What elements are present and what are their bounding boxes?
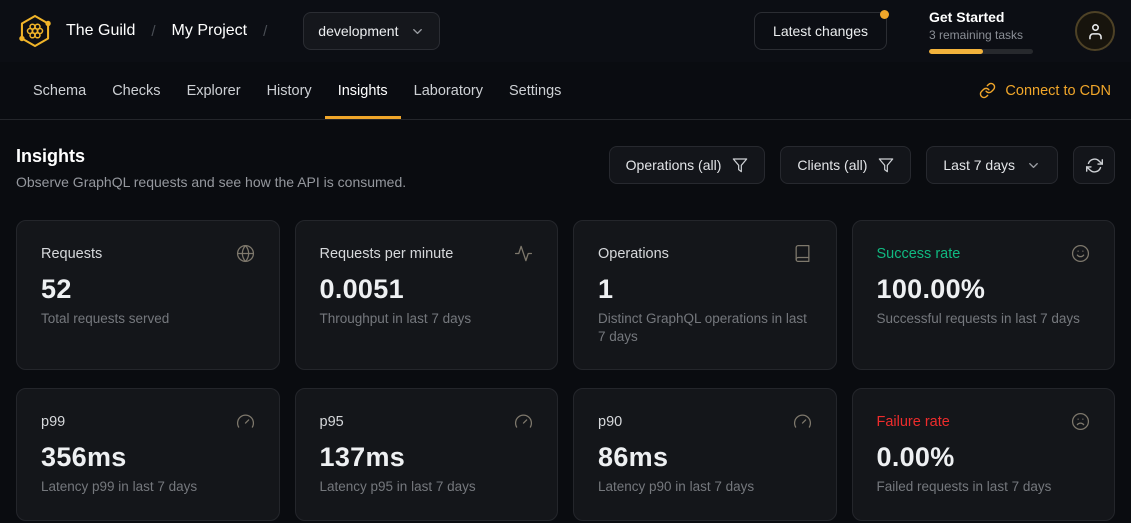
page-title: Insights <box>16 146 406 167</box>
insights-page: Insights Observe GraphQL requests and se… <box>0 120 1131 521</box>
nav-tabs: Schema Checks Explorer History Insights … <box>20 62 574 119</box>
page-title-block: Insights Observe GraphQL requests and se… <box>16 146 406 190</box>
notification-dot <box>880 10 889 19</box>
latest-changes-button[interactable]: Latest changes <box>754 12 887 50</box>
stat-card-p95: p95 137ms Latency p95 in last 7 days <box>295 388 559 520</box>
frown-icon <box>1071 412 1090 431</box>
book-icon <box>793 244 812 263</box>
stat-card-p90: p90 86ms Latency p90 in last 7 days <box>573 388 837 520</box>
stat-title: Success rate <box>877 246 961 262</box>
gauge-icon <box>793 412 812 431</box>
stat-description: Latency p90 in last 7 days <box>598 478 812 496</box>
breadcrumb-org[interactable]: The Guild <box>66 22 135 40</box>
page-subtitle: Observe GraphQL requests and see how the… <box>16 174 406 190</box>
connect-to-cdn-link[interactable]: Connect to CDN <box>979 62 1111 119</box>
activity-icon <box>514 244 533 263</box>
target-nav: Schema Checks Explorer History Insights … <box>0 62 1131 120</box>
get-started-progress-fill <box>929 49 983 54</box>
latest-changes-label: Latest changes <box>773 23 868 39</box>
stat-title: p90 <box>598 414 622 430</box>
clients-filter-button[interactable]: Clients (all) <box>780 146 911 184</box>
user-avatar[interactable] <box>1075 11 1115 51</box>
operations-filter-label: Operations (all) <box>626 157 722 173</box>
chevron-down-icon <box>410 24 425 39</box>
stat-value: 0.00% <box>877 442 1091 473</box>
period-select[interactable]: Last 7 days <box>926 146 1058 184</box>
stat-card-operations: Operations 1 Distinct GraphQL operations… <box>573 220 837 370</box>
tab-checks[interactable]: Checks <box>99 62 173 119</box>
stat-title: p99 <box>41 414 65 430</box>
stat-title: Failure rate <box>877 414 950 430</box>
breadcrumb-separator: / <box>263 23 267 40</box>
stat-card-success-rate: Success rate 100.00% Successful requests… <box>852 220 1116 370</box>
smile-icon <box>1071 244 1090 263</box>
chevron-down-icon <box>1026 158 1041 173</box>
breadcrumb-separator: / <box>151 23 155 40</box>
stat-title: Requests per minute <box>320 246 454 262</box>
filter-funnel-icon <box>878 157 894 173</box>
globe-icon <box>236 244 255 263</box>
tab-history[interactable]: History <box>254 62 325 119</box>
tab-insights[interactable]: Insights <box>325 62 401 119</box>
target-select[interactable]: development <box>303 12 440 50</box>
page-head: Insights Observe GraphQL requests and se… <box>16 146 1115 190</box>
stat-title: Requests <box>41 246 102 262</box>
filter-funnel-icon <box>732 157 748 173</box>
tab-settings[interactable]: Settings <box>496 62 574 119</box>
breadcrumb-project[interactable]: My Project <box>172 22 248 40</box>
operations-filter-button[interactable]: Operations (all) <box>609 146 766 184</box>
stat-card-failure-rate: Failure rate 0.00% Failed requests in la… <box>852 388 1116 520</box>
stat-title: p95 <box>320 414 344 430</box>
stat-card-requests: Requests 52 Total requests served <box>16 220 280 370</box>
stat-value: 86ms <box>598 442 812 473</box>
target-select-value: development <box>318 23 398 39</box>
filters-bar: Operations (all) Clients (all) Last 7 da… <box>609 146 1115 184</box>
link-icon <box>979 82 996 99</box>
get-started-progressbar <box>929 49 1033 54</box>
stat-description: Latency p99 in last 7 days <box>41 478 255 496</box>
stat-description: Total requests served <box>41 310 255 328</box>
stat-card-requests-per-minute: Requests per minute 0.0051 Throughput in… <box>295 220 559 370</box>
user-icon <box>1086 22 1105 41</box>
refresh-button[interactable] <box>1073 146 1115 184</box>
stat-description: Failed requests in last 7 days <box>877 478 1091 496</box>
top-header: The Guild / My Project / development Lat… <box>0 0 1131 62</box>
stat-card-p99: p99 356ms Latency p99 in last 7 days <box>16 388 280 520</box>
connect-to-cdn-label: Connect to CDN <box>1005 83 1111 99</box>
header-right: Latest changes Get Started 3 remaining t… <box>754 9 1115 54</box>
stat-value: 1 <box>598 274 812 305</box>
stat-value: 137ms <box>320 442 534 473</box>
stat-value: 100.00% <box>877 274 1091 305</box>
gauge-icon <box>236 412 255 431</box>
tab-explorer[interactable]: Explorer <box>174 62 254 119</box>
stat-title: Operations <box>598 246 669 262</box>
period-select-value: Last 7 days <box>943 157 1015 173</box>
stat-description: Successful requests in last 7 days <box>877 310 1091 328</box>
get-started-remaining: 3 remaining tasks <box>929 28 1033 42</box>
stats-grid: Requests 52 Total requests served Reques… <box>16 220 1115 521</box>
get-started-title: Get Started <box>929 9 1033 25</box>
stat-value: 0.0051 <box>320 274 534 305</box>
clients-filter-label: Clients (all) <box>797 157 867 173</box>
stat-description: Throughput in last 7 days <box>320 310 534 328</box>
gauge-icon <box>514 412 533 431</box>
stat-description: Latency p95 in last 7 days <box>320 478 534 496</box>
get-started-widget[interactable]: Get Started 3 remaining tasks <box>929 9 1033 54</box>
stat-value: 52 <box>41 274 255 305</box>
guild-logo-icon[interactable] <box>16 12 54 50</box>
tab-laboratory[interactable]: Laboratory <box>401 62 496 119</box>
refresh-icon <box>1086 157 1103 174</box>
stat-description: Distinct GraphQL operations in last 7 da… <box>598 310 812 346</box>
tab-schema[interactable]: Schema <box>20 62 99 119</box>
stat-value: 356ms <box>41 442 255 473</box>
